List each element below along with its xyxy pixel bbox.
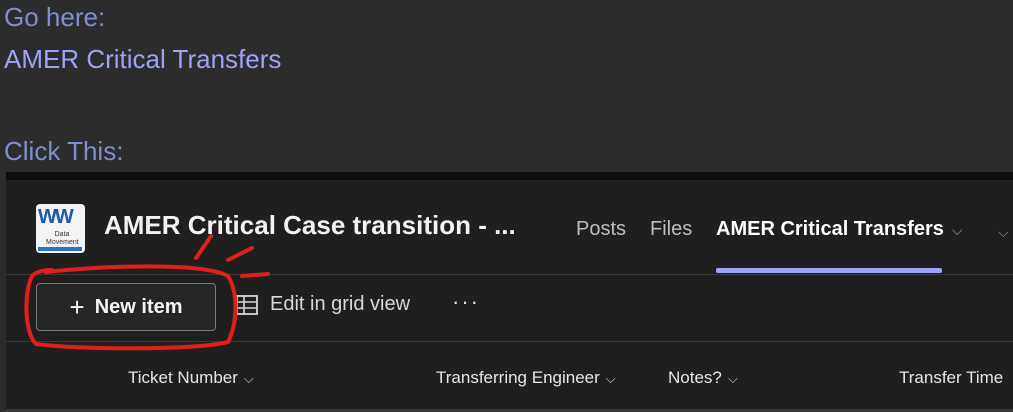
column-header-ticket-number[interactable]: Ticket Number ⌵ xyxy=(128,368,254,388)
column-label: Transfer Time xyxy=(899,368,1004,387)
column-header-transfer-time[interactable]: Transfer Time xyxy=(899,368,1003,388)
active-tab-indicator xyxy=(716,268,942,273)
chevron-down-icon: ⌵ xyxy=(951,222,963,238)
team-header: WW Data Movement AMER Critical Case tran… xyxy=(6,180,1013,275)
edit-in-grid-view-label: Edit in grid view xyxy=(270,293,411,315)
embedded-screenshot: WW Data Movement AMER Critical Case tran… xyxy=(6,172,1013,412)
chevron-down-icon: ⌵ xyxy=(605,371,616,386)
tab-active-label: AMER Critical Transfers xyxy=(716,218,944,240)
tab-posts[interactable]: Posts xyxy=(576,218,626,241)
chevron-down-icon: ⌵ xyxy=(727,371,738,386)
click-this-label: Click This: xyxy=(4,136,124,166)
chevron-down-icon: ⌵ xyxy=(243,371,254,386)
tab-files[interactable]: Files xyxy=(650,218,692,241)
more-options-icon[interactable]: ··· xyxy=(452,289,480,315)
column-label: Ticket Number xyxy=(128,368,238,387)
plus-icon: + xyxy=(69,292,85,322)
team-logo-initials: WW xyxy=(38,206,74,228)
tab-amer-critical-transfers[interactable]: AMER Critical Transfers ⌵ xyxy=(716,218,962,241)
list-toolbar: + New item Edit in grid view ··· xyxy=(6,275,1013,342)
tab-overflow-chevron-icon[interactable]: ⌵ xyxy=(998,224,1009,241)
amer-critical-transfers-link[interactable]: AMER Critical Transfers xyxy=(4,44,281,74)
new-item-button[interactable]: + New item xyxy=(36,283,216,331)
team-logo: WW Data Movement xyxy=(36,204,85,253)
edit-in-grid-view-button[interactable]: Edit in grid view xyxy=(236,293,410,316)
column-label: Notes? xyxy=(668,368,722,387)
column-header-transferring-engineer[interactable]: Transferring Engineer ⌵ xyxy=(436,368,616,388)
go-here-label: Go here: xyxy=(4,2,106,32)
team-title: AMER Critical Case transition - ... xyxy=(104,210,516,240)
team-logo-bar xyxy=(38,247,82,251)
new-item-label: New item xyxy=(94,295,183,318)
column-header-notes[interactable]: Notes? ⌵ xyxy=(668,368,738,388)
screenshot-top-bar xyxy=(6,172,1013,180)
team-logo-caption: Data Movement xyxy=(46,231,79,246)
column-label: Transferring Engineer xyxy=(436,368,600,387)
grid-icon xyxy=(236,294,258,315)
